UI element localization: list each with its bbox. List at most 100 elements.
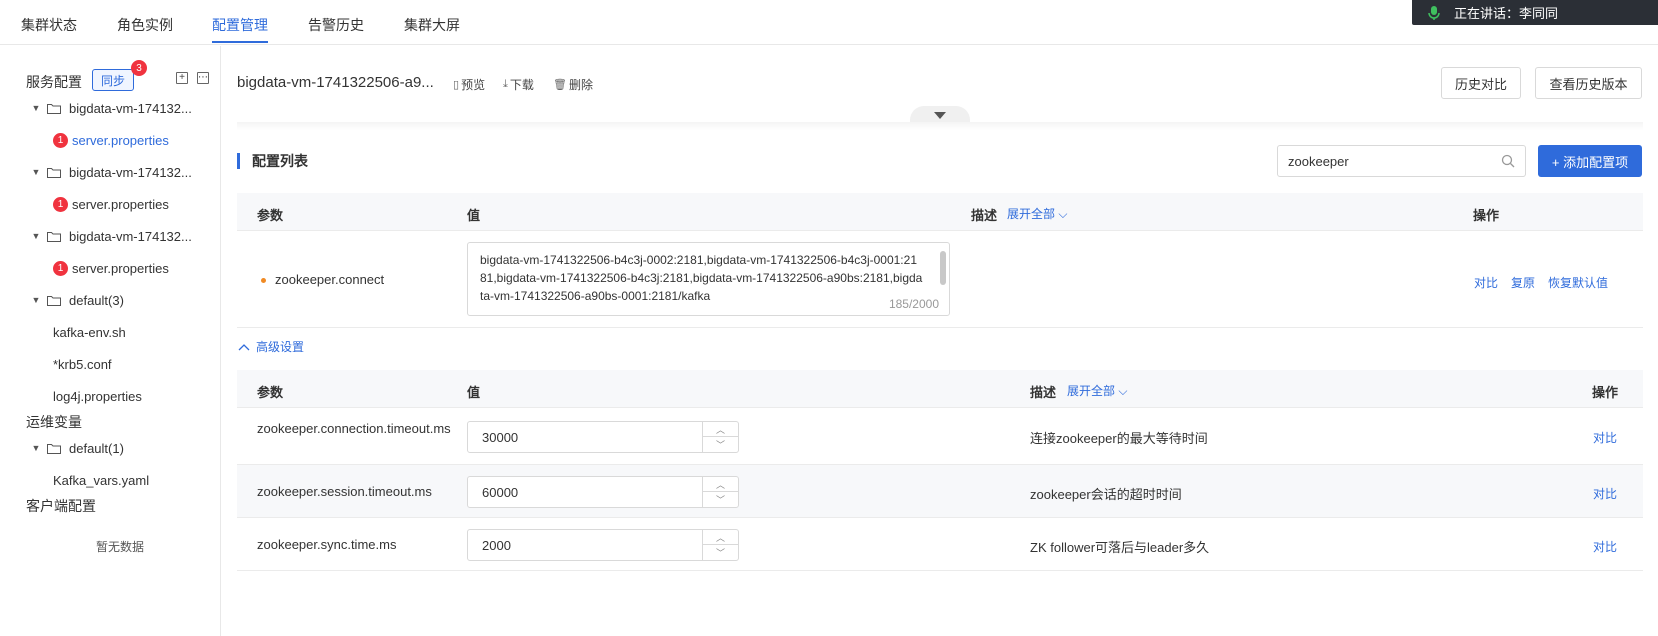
tree-file-server-properties-1[interactable]: 1 server.properties: [53, 130, 169, 150]
tree-node-host-3[interactable]: ▼ bigdata-vm-174132...: [31, 226, 192, 246]
tree-file-server-properties-2[interactable]: 1 server.properties: [53, 194, 169, 214]
more-icon[interactable]: ⋯: [197, 72, 209, 84]
col-ops: 操作: [1592, 385, 1619, 400]
param-description: 连接zookeeper的最大等待时间: [1030, 431, 1208, 446]
tab-cluster-dashboard[interactable]: 集群大屏: [404, 15, 460, 35]
stepper-controls: ︿ ﹀: [702, 530, 738, 560]
tree-node-host-1[interactable]: ▼ bigdata-vm-174132...: [31, 98, 192, 118]
config-value-textarea[interactable]: bigdata-vm-1741322506-b4c3j-0002:2181,bi…: [467, 242, 950, 316]
number-stepper[interactable]: 2000 ︿ ﹀: [467, 529, 739, 561]
param-name: zookeeper.connection.timeout.ms: [257, 421, 451, 436]
param-name: zookeeper.sync.time.ms: [257, 537, 397, 552]
chevron-down-icon: ⌵: [1115, 384, 1128, 398]
speaking-indicator: 正在讲话：李同同: [1412, 0, 1658, 25]
folder-icon: [47, 443, 61, 454]
tree-file-kafka-env[interactable]: kafka-env.sh: [53, 322, 126, 342]
caret-down-icon: [934, 111, 946, 119]
tree-node-default[interactable]: ▼ default(3): [31, 290, 124, 310]
ops-vars-heading: 运维变量: [26, 414, 82, 430]
table-row: zookeeper.sync.time.ms ZK follower可落后与le…: [237, 518, 1643, 571]
compare-link[interactable]: 对比: [1593, 538, 1617, 555]
table-row: zookeeper.session.timeout.ms zookeeper会话…: [237, 465, 1643, 518]
config-sidebar: 服务配置 同步 3 + ⋯ ▼ bigdata-vm-174132... 1 s…: [0, 46, 221, 636]
delete-link[interactable]: 🗑 删除: [553, 76, 593, 93]
number-stepper[interactable]: 60000 ︿ ﹀: [467, 476, 739, 508]
view-history-button[interactable]: 查看历史版本: [1535, 67, 1642, 99]
microphone-icon: [1428, 5, 1440, 20]
caret-down-icon: ▼: [31, 167, 41, 177]
param-name: zookeeper.connect: [261, 272, 384, 287]
chevron-up-icon: [238, 343, 250, 350]
sync-count-badge: 3: [131, 60, 147, 76]
trash-icon: 🗑: [553, 79, 567, 91]
preview-link[interactable]: ▯ 预览: [453, 76, 485, 93]
caret-down-icon: ▼: [31, 443, 41, 453]
param-description: ZK follower可落后与leader多久: [1030, 540, 1210, 555]
chevron-up-icon[interactable]: ︿: [703, 530, 738, 545]
folder-icon: [47, 231, 61, 242]
tree-file-krb5[interactable]: *krb5.conf: [53, 354, 112, 374]
chevron-down-icon[interactable]: ﹀: [703, 545, 738, 560]
chevron-down-icon: ⌵: [1055, 207, 1068, 221]
add-config-button[interactable]: + 添加配置项: [1538, 145, 1642, 177]
tab-alert-history[interactable]: 告警历史: [308, 15, 364, 35]
tree-node-ops-default[interactable]: ▼ default(1): [31, 438, 124, 458]
tab-cluster-status[interactable]: 集群状态: [21, 15, 77, 35]
char-count: 185/2000: [888, 297, 939, 311]
number-stepper[interactable]: 30000 ︿ ﹀: [467, 421, 739, 453]
col-value: 值: [467, 385, 481, 400]
download-link[interactable]: ⤓ 下载: [503, 76, 534, 93]
sync-button[interactable]: 同步: [92, 69, 134, 91]
compare-link[interactable]: 对比: [1474, 274, 1498, 291]
client-config-heading: 客户端配置: [26, 498, 96, 514]
config-file-title: bigdata-vm-1741322506-a9...: [237, 74, 434, 91]
tree-file-log4j[interactable]: log4j.properties: [53, 386, 142, 406]
stepper-value: 2000: [482, 538, 511, 553]
col-value: 值: [467, 208, 481, 223]
error-count-badge: 1: [53, 132, 68, 148]
tab-role-instances[interactable]: 角色实例: [117, 15, 173, 35]
tree-file-server-properties-3[interactable]: 1 server.properties: [53, 258, 169, 278]
scrollbar[interactable]: [940, 251, 946, 285]
tab-config-management[interactable]: 配置管理: [212, 15, 268, 43]
param-description: zookeeper会话的超时时间: [1030, 487, 1182, 502]
chevron-up-icon[interactable]: ︿: [703, 477, 738, 492]
chevron-down-icon[interactable]: ﹀: [703, 492, 738, 507]
download-icon: ⤓: [503, 78, 508, 90]
col-desc: 描述: [1030, 385, 1057, 400]
folder-icon: [47, 103, 61, 114]
chevron-down-icon[interactable]: ﹀: [703, 437, 738, 452]
tree-file-kafka-vars[interactable]: Kafka_vars.yaml: [53, 470, 149, 490]
file-icon: ▯: [453, 79, 460, 91]
table-row: zookeeper.connection.timeout.ms 连接zookee…: [237, 408, 1643, 465]
compare-link[interactable]: 对比: [1593, 485, 1617, 502]
search-input[interactable]: zookeeper: [1277, 145, 1526, 177]
expand-all-icon[interactable]: +: [176, 72, 188, 84]
speaking-text: 正在讲话：李同同: [1454, 6, 1559, 21]
col-param: 参数: [257, 208, 284, 223]
config-table-header: 参数 值 描述 展开全部 ⌵ 操作: [237, 193, 1643, 231]
expand-all-link[interactable]: 展开全部 ⌵: [1007, 205, 1067, 222]
top-nav: 集群状态 角色实例 配置管理 告警历史 集群大屏: [0, 0, 1658, 45]
service-config-heading: 服务配置: [26, 74, 82, 90]
caret-down-icon: ▼: [31, 103, 41, 113]
header-divider: [237, 122, 1643, 130]
col-desc: 描述: [971, 208, 998, 223]
history-compare-button[interactable]: 历史对比: [1441, 67, 1521, 99]
caret-down-icon: ▼: [31, 231, 41, 241]
config-list-title: 配置列表: [237, 153, 308, 169]
compare-link[interactable]: 对比: [1593, 429, 1617, 446]
reset-default-link[interactable]: 恢复默认值: [1548, 274, 1608, 291]
empty-state-text: 暂无数据: [96, 540, 145, 554]
restore-link[interactable]: 复原: [1511, 274, 1535, 291]
tree-node-host-2[interactable]: ▼ bigdata-vm-174132...: [31, 162, 192, 182]
param-name: zookeeper.session.timeout.ms: [257, 484, 432, 499]
col-ops: 操作: [1473, 208, 1500, 223]
chevron-up-icon[interactable]: ︿: [703, 422, 738, 437]
modified-dot: [261, 278, 266, 284]
expand-all-link[interactable]: 展开全部 ⌵: [1067, 382, 1127, 399]
error-count-badge: 1: [53, 260, 68, 276]
col-param: 参数: [257, 385, 284, 400]
advanced-settings-toggle[interactable]: 高级设置: [238, 338, 304, 355]
stepper-controls: ︿ ﹀: [702, 477, 738, 507]
